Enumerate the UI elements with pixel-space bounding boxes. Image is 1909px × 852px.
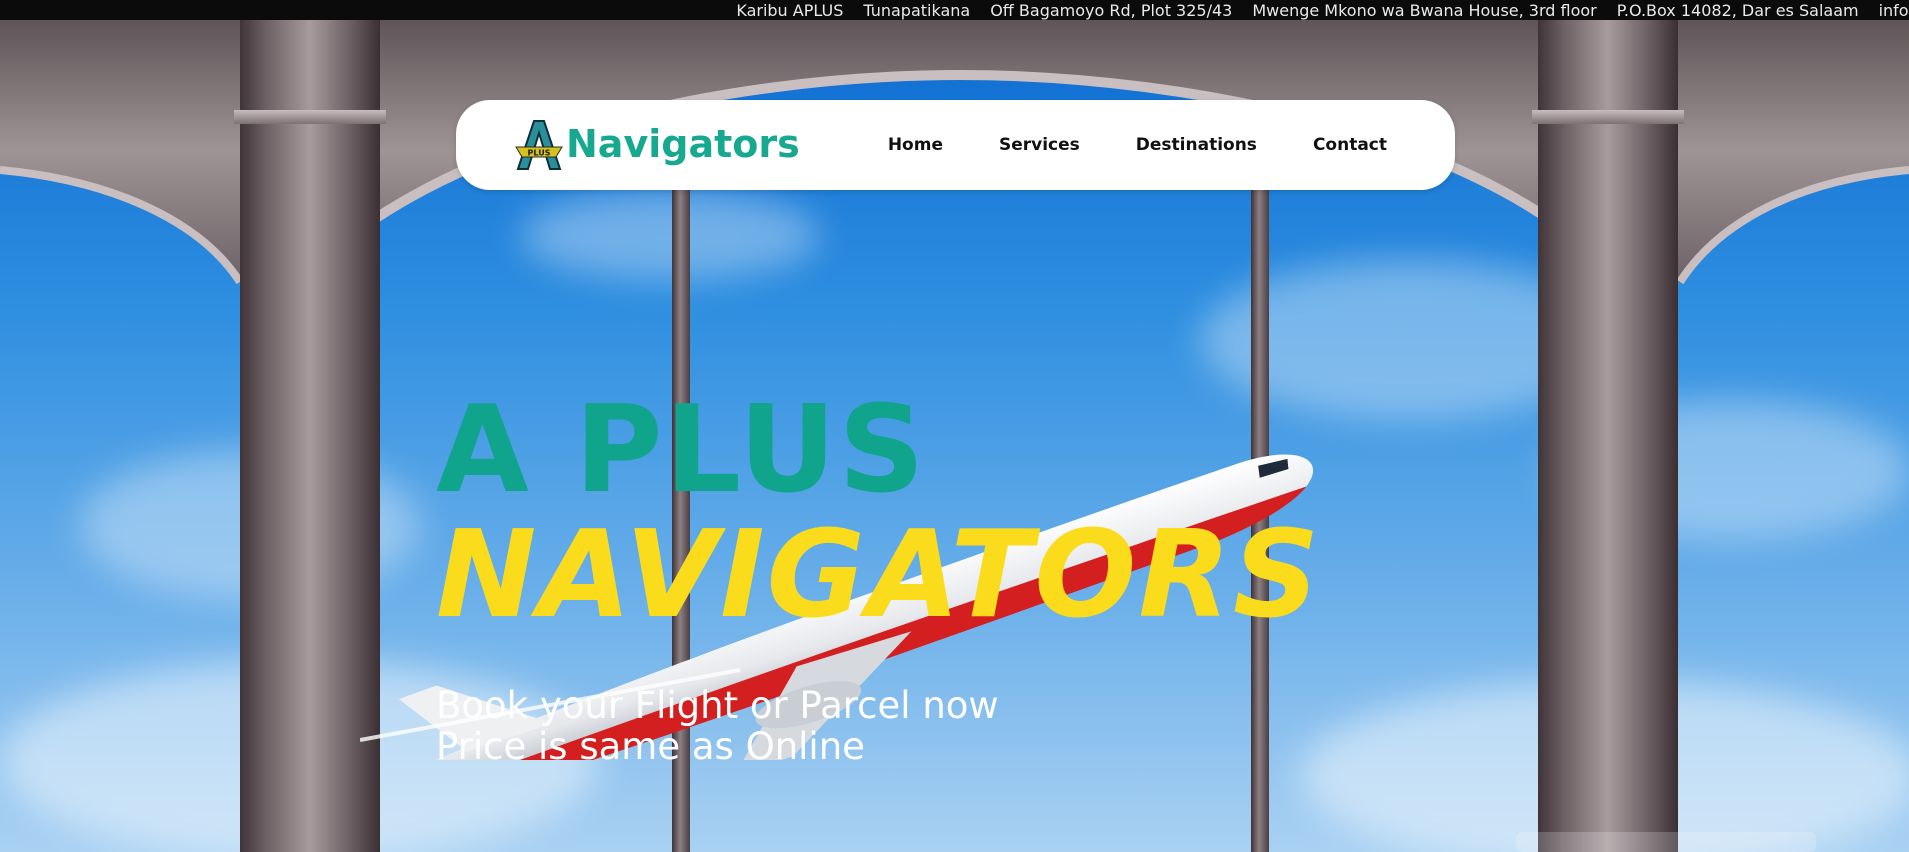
site-logo[interactable]: PLUS Navigators [514,117,800,171]
partial-panel-edge [1516,832,1816,852]
pillar-right [1532,20,1684,852]
hero-headline: A PLUS NAVIGATORS [436,388,1321,638]
topbar-building: Mwenge Mkono wa Bwana House, 3rd floor [1252,0,1597,20]
hero-title-line2: NAVIGATORS [436,506,1322,645]
logo-badge-text: PLUS [528,149,551,158]
hero-subtitle-line1: Book your Flight or Parcel now [436,684,999,727]
nav-link-services[interactable]: Services [999,135,1080,155]
topbar-address: Off Bagamoyo Rd, Plot 325/43 [990,0,1233,20]
topbar-greeting: Karibu APLUS [736,0,844,20]
hero-title-line1: A PLUS [436,381,927,520]
pillar-left [234,20,386,852]
topbar-location-label: Tunapatikana [863,0,971,20]
nav-link-destinations[interactable]: Destinations [1136,135,1257,155]
topbar-pobox: P.O.Box 14082, Dar es Salaam [1616,0,1859,20]
nav-link-home[interactable]: Home [888,135,943,155]
hero-subtitle: Book your Flight or Parcel now Price is … [436,685,999,767]
top-info-bar: Karibu APLUS Tunapatikana Off Bagamoyo R… [0,0,1909,20]
main-navbar: PLUS Navigators Home Services Destinatio… [456,100,1455,190]
hero-subtitle-line2: Price is same as Online [436,725,865,768]
topbar-email[interactable]: info@apl [1879,1,1909,20]
a-plus-logo-icon: PLUS [515,120,563,170]
nav-link-contact[interactable]: Contact [1313,135,1387,155]
nav-menu: Home Services Destinations Contact [888,100,1387,190]
logo-text: Navigators [566,122,800,166]
